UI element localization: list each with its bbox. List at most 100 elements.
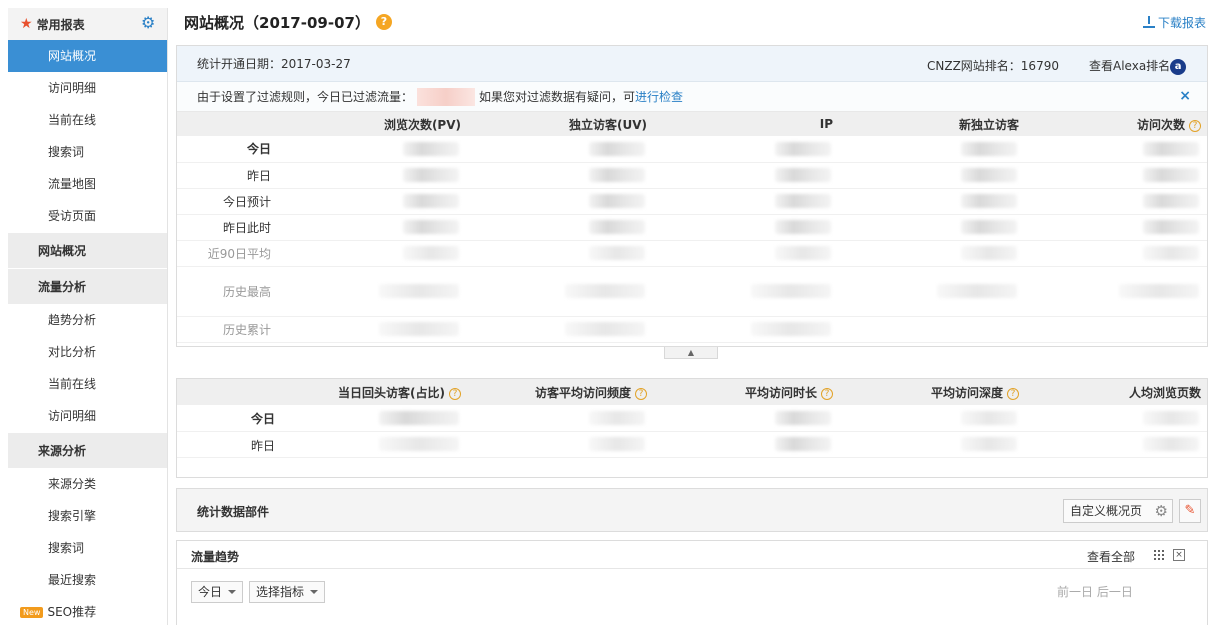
period-select[interactable]: 今日 xyxy=(191,581,243,603)
check-link[interactable]: 进行检查 xyxy=(635,88,683,105)
sidebar-section-traffic[interactable]: 流量分析 xyxy=(8,268,167,304)
blurred-value xyxy=(751,284,831,298)
pin-icon[interactable]: ✎ xyxy=(1179,499,1201,523)
row-label: 历史累计 xyxy=(177,316,281,342)
filter-notice: 由于设置了过滤规则，今日已过滤流量： 如果您对过滤数据有疑问，可 进行检查 × xyxy=(177,82,1207,112)
customize-overview-button[interactable]: 自定义概况页⚙ xyxy=(1063,499,1173,523)
table-row: 昨日此时 xyxy=(177,214,1207,240)
row-label: 昨日 xyxy=(251,437,275,454)
sidebar-item-overview[interactable]: 网站概况 xyxy=(8,40,167,72)
overview-table: 浏览次数(PV) 独立访客(UV) IP 新独立访客 访问次数? 今日 昨日 今… xyxy=(177,112,1207,343)
help-icon[interactable]: ? xyxy=(449,388,461,400)
blurred-value xyxy=(775,437,831,451)
table-row: 历史最高 xyxy=(177,266,1207,316)
close-icon[interactable]: × xyxy=(1179,88,1191,104)
sidebar-item-seo-label: SEO推荐 xyxy=(47,605,96,619)
blurred-value xyxy=(1143,168,1199,182)
blurred-value xyxy=(379,322,459,336)
sidebar-item-online-2[interactable]: 当前在线 xyxy=(8,368,167,400)
col-ip: IP xyxy=(653,112,839,136)
chevron-down-icon xyxy=(228,590,236,594)
row-label: 近90日平均 xyxy=(177,240,281,266)
close-icon[interactable]: × xyxy=(1173,549,1185,561)
blurred-value xyxy=(775,194,831,208)
table-row: 历史累计 xyxy=(177,316,1207,342)
blurred-value xyxy=(775,220,831,234)
blurred-value xyxy=(565,284,645,298)
sidebar-item-seo[interactable]: New SEO推荐 xyxy=(8,596,167,625)
sidebar-item-search-engine[interactable]: 搜索引擎 xyxy=(8,500,167,532)
sidebar-item-visit-detail[interactable]: 访问明细 xyxy=(8,72,167,104)
main-content: 网站概况（2017-09-07） ? 下载报表 统计开通日期：2017-03-2… xyxy=(176,0,1214,625)
col-pv: 浏览次数(PV) xyxy=(281,112,467,136)
sidebar-item-online[interactable]: 当前在线 xyxy=(8,104,167,136)
table-row: 今日 xyxy=(177,405,1207,431)
visitor-quality-panel: 当日回头访客(占比)? 访客平均访问频度? 平均访问时长? 平均访问深度? 人均… xyxy=(176,378,1208,478)
sidebar-header-label: 常用报表 xyxy=(37,16,85,33)
grid-icon[interactable] xyxy=(1153,549,1165,561)
col-duration: 平均访问时长? xyxy=(653,379,839,405)
blurred-value xyxy=(589,246,645,260)
date-nav[interactable]: 前一日 后一日 xyxy=(1057,583,1133,600)
blurred-value xyxy=(961,168,1017,182)
help-icon[interactable]: ? xyxy=(1189,120,1201,132)
help-icon[interactable]: ? xyxy=(376,14,392,30)
sidebar-section-source[interactable]: 来源分析 xyxy=(8,432,167,468)
sidebar-item-search-words[interactable]: 搜索词 xyxy=(8,136,167,168)
widgets-label: 统计数据部件 xyxy=(197,503,269,520)
sidebar-item-visited-pages[interactable]: 受访页面 xyxy=(8,200,167,232)
table-header-blank xyxy=(177,112,281,136)
blurred-value xyxy=(589,194,645,208)
sidebar-item-search-words-2[interactable]: 搜索词 xyxy=(8,532,167,564)
blurred-value xyxy=(589,411,645,425)
blurred-value xyxy=(1143,220,1199,234)
blurred-value xyxy=(775,411,831,425)
blurred-value xyxy=(379,284,459,298)
gear-icon[interactable]: ⚙ xyxy=(141,15,157,31)
alexa-label: 查看Alexa排名 xyxy=(1089,59,1170,73)
col-pages-per-user: 人均浏览页数 xyxy=(1025,379,1207,405)
trend-header: 流量趋势 查看全部 × xyxy=(177,541,1207,569)
filter-text-before: 由于设置了过滤规则，今日已过滤流量： xyxy=(197,88,413,105)
blurred-value xyxy=(379,437,459,451)
star-icon: ★ xyxy=(20,16,33,32)
help-icon[interactable]: ? xyxy=(821,388,833,400)
widgets-bar: 统计数据部件 自定义概况页⚙ ✎ xyxy=(176,488,1208,532)
sidebar-item-traffic-map[interactable]: 流量地图 xyxy=(8,168,167,200)
trend-title: 流量趋势 xyxy=(191,548,239,565)
blurred-value xyxy=(589,220,645,234)
download-report-link[interactable]: 下载报表 xyxy=(1143,14,1206,31)
blurred-value xyxy=(961,411,1017,425)
sidebar: ★ 常用报表 ⚙ 网站概况 访问明细 当前在线 搜索词 流量地图 受访页面 网站… xyxy=(8,8,168,625)
filter-text-after: 如果您对过滤数据有疑问，可 xyxy=(479,88,635,105)
col-new-uv: 新独立访客 xyxy=(839,112,1025,136)
row-label: 昨日此时 xyxy=(177,214,281,240)
col-returning: 当日回头访客(占比)? xyxy=(177,379,467,405)
alexa-rank-link[interactable]: 查看Alexa排名a xyxy=(1089,57,1186,75)
table-row: 昨日 xyxy=(177,431,1207,457)
new-badge: New xyxy=(20,607,43,618)
blurred-value xyxy=(1143,437,1199,451)
sidebar-item-trend[interactable]: 趋势分析 xyxy=(8,304,167,336)
metric-select[interactable]: 选择指标 xyxy=(249,581,325,603)
blurred-value xyxy=(751,322,831,336)
blurred-value xyxy=(1143,411,1199,425)
blurred-value xyxy=(961,194,1017,208)
blurred-value xyxy=(961,220,1017,234)
table-row: 今日预计 xyxy=(177,188,1207,214)
help-icon[interactable]: ? xyxy=(635,388,647,400)
sidebar-item-recent-search[interactable]: 最近搜索 xyxy=(8,564,167,596)
row-label: 昨日 xyxy=(177,162,281,188)
view-all-link[interactable]: 查看全部 xyxy=(1087,548,1135,565)
table-row: 近90日平均 xyxy=(177,240,1207,266)
collapse-toggle[interactable]: ▲ xyxy=(664,347,718,359)
table-header-row: 浏览次数(PV) 独立访客(UV) IP 新独立访客 访问次数? xyxy=(177,112,1207,136)
sidebar-item-source-category[interactable]: 来源分类 xyxy=(8,468,167,500)
sidebar-item-visit-detail-2[interactable]: 访问明细 xyxy=(8,400,167,432)
customize-label: 自定义概况页 xyxy=(1070,504,1142,518)
blurred-value xyxy=(961,437,1017,451)
sidebar-item-compare[interactable]: 对比分析 xyxy=(8,336,167,368)
help-icon[interactable]: ? xyxy=(1007,388,1019,400)
sidebar-section-overview[interactable]: 网站概况 xyxy=(8,232,167,268)
col-depth: 平均访问深度? xyxy=(839,379,1025,405)
